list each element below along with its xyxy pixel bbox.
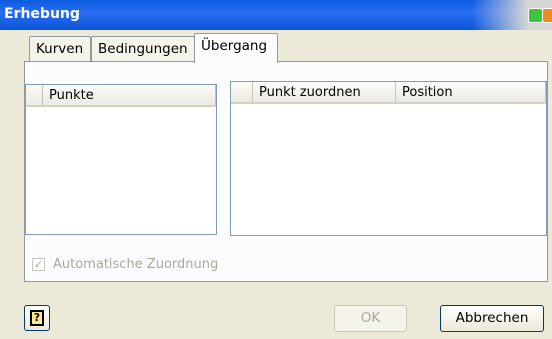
auto-assign-label: Automatische Zuordnung: [53, 257, 219, 272]
assign-point-column-header[interactable]: Punkt zuordnen: [253, 82, 396, 104]
points-list[interactable]: Punkte: [25, 84, 217, 235]
window-title: Erhebung: [4, 6, 80, 22]
assignment-list-select-column[interactable]: [231, 82, 253, 104]
help-titlebar-icon[interactable]: [528, 8, 543, 23]
cancel-button[interactable]: Abbrechen: [440, 305, 544, 332]
auto-assign-checkbox[interactable]: ✓: [32, 258, 45, 271]
points-list-select-column[interactable]: [26, 85, 43, 107]
help-icon: ?: [30, 310, 44, 326]
position-column-header[interactable]: Position: [396, 82, 546, 104]
tab-bedingungen[interactable]: Bedingungen: [91, 36, 195, 61]
assignment-list[interactable]: Punkt zuordnen Position: [230, 81, 547, 236]
title-bar[interactable]: Erhebung: [0, 0, 552, 30]
tab-panel-uebergang: Punkte Punkt zuordnen Position: [24, 61, 548, 282]
tab-uebergang[interactable]: Übergang: [194, 33, 278, 63]
help-button[interactable]: ?: [24, 305, 50, 331]
tab-kurven[interactable]: Kurven: [29, 36, 91, 61]
points-column-header[interactable]: Punkte: [43, 85, 216, 107]
ok-button[interactable]: OK: [334, 305, 407, 332]
options-titlebar-icon[interactable]: [542, 8, 552, 23]
